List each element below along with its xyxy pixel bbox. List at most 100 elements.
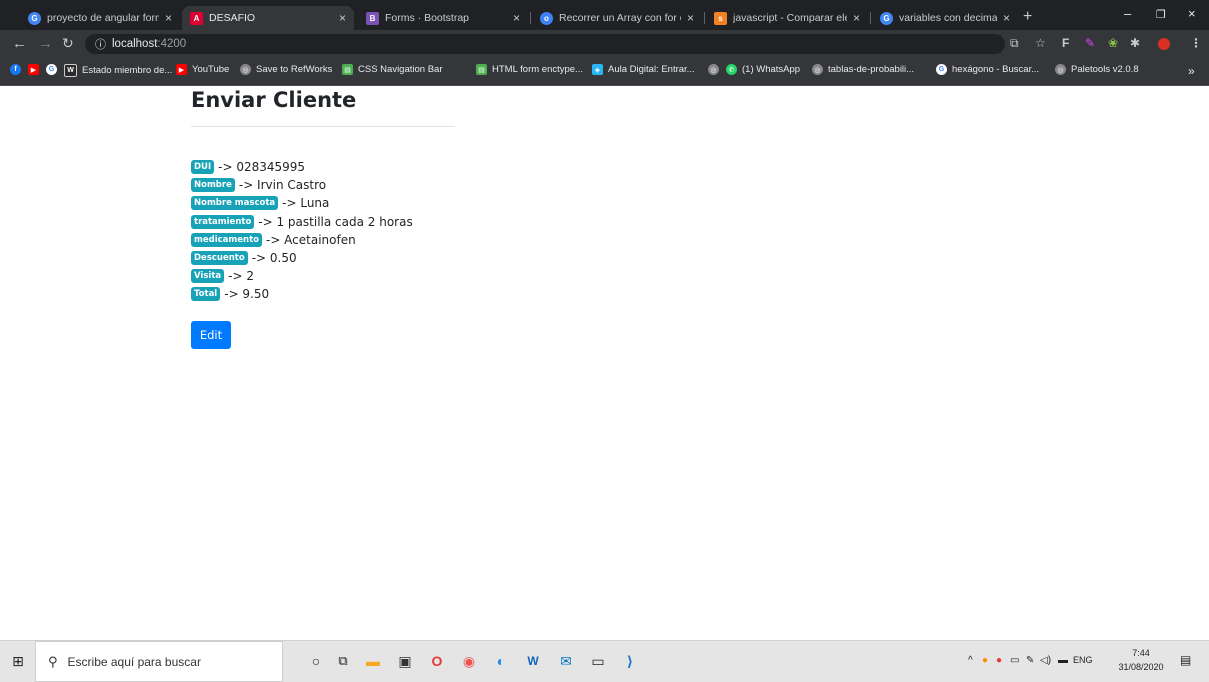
network-icon[interactable]: ▬ [1058, 655, 1068, 666]
search-placeholder: Escribe aquí para buscar [67, 654, 201, 669]
chrome-icon[interactable]: ◉ [458, 651, 480, 671]
word-icon[interactable]: W [522, 651, 544, 671]
tab-0[interactable]: G proyecto de angular formulario × [20, 6, 180, 30]
bookmark-item[interactable]: ◎ Save to RefWorks [240, 64, 332, 75]
whatsapp-icon: ✆ [726, 64, 737, 75]
tray-opera-icon[interactable]: ● [996, 655, 1002, 666]
detail-row-visita: Visita -> 2 [191, 267, 413, 285]
tab-2[interactable]: B Forms · Bootstrap × [358, 6, 528, 30]
notification-icon[interactable]: ▤ [1180, 653, 1191, 667]
extensions-puzzle-icon[interactable]: ✱ [1130, 36, 1140, 50]
tab-title: proyecto de angular formulario [47, 12, 159, 24]
facebook-icon: f [10, 64, 21, 75]
badge-label: Total [191, 287, 221, 302]
extension-bug-icon[interactable]: ❀ [1108, 36, 1118, 50]
bookmark-label: Aula Digital: Entrar... [608, 64, 695, 75]
google-icon: G [28, 11, 41, 25]
file-explorer-icon[interactable]: ▬ [362, 651, 384, 671]
bookmark-label: HTML form enctype... [492, 64, 583, 75]
reload-icon[interactable]: ↻ [62, 35, 74, 52]
detail-row-nombre: Nombre -> Irvin Castro [191, 176, 413, 194]
bookmark-item[interactable]: ◎ [708, 64, 724, 75]
bookmark-facebook[interactable]: f [10, 64, 26, 75]
bookmark-label: CSS Navigation Bar [358, 64, 443, 75]
address-bar[interactable]: ⓘ localhost :4200 [85, 34, 1005, 54]
bookmark-item[interactable]: ▤ CSS Navigation Bar [342, 64, 442, 75]
close-tab-icon[interactable]: × [1003, 11, 1010, 25]
pen-icon[interactable]: ✎ [1026, 655, 1034, 666]
new-tab-icon[interactable]: + [1023, 8, 1032, 26]
detail-value: -> 0.50 [251, 251, 297, 266]
info-icon[interactable]: ⓘ [95, 36, 106, 52]
bookmark-item[interactable]: ◈ Aula Digital: Entrar... [592, 64, 695, 75]
close-tab-icon[interactable]: × [853, 11, 860, 25]
tray-display-icon[interactable]: ▭ [1010, 655, 1019, 666]
close-tab-icon[interactable]: × [165, 11, 172, 25]
bookmark-label: Save to RefWorks [256, 64, 333, 75]
detail-row-nombre-mascota: Nombre mascota -> Luna [191, 194, 413, 212]
tray-app-icon[interactable]: ● [982, 655, 988, 666]
back-icon[interactable]: ← [12, 35, 27, 52]
volume-icon[interactable]: ◁) [1040, 655, 1051, 666]
bookmark-item[interactable]: ✆ (1) WhatsApp [726, 64, 800, 75]
bookmark-item[interactable]: ▶ YouTube [176, 64, 229, 75]
mail-icon[interactable]: ✉ [555, 651, 577, 671]
close-tab-icon[interactable]: × [687, 11, 694, 25]
title-divider [191, 126, 455, 127]
detail-row-medicamento: medicamento -> Acetainofen [191, 231, 413, 249]
bookmark-item[interactable]: Ghexágono - Buscar... [936, 64, 1039, 75]
tab-title: variables con decimales en c++ [899, 12, 997, 24]
bookmark-item[interactable]: ▤ HTML form enctype... [476, 64, 583, 75]
star-icon[interactable]: ☆ [1035, 36, 1046, 50]
forward-icon[interactable]: → [38, 35, 53, 52]
detail-row-dui: DUI -> 028345995 [191, 158, 413, 176]
language-indicator[interactable]: ENG [1073, 655, 1093, 665]
bookmark-google[interactable]: G [46, 64, 62, 75]
close-window-icon[interactable]: × [1188, 6, 1196, 21]
more-bookmarks-icon[interactable]: » [1188, 64, 1195, 78]
codepen-icon: ▤ [476, 64, 487, 75]
detail-value: -> Luna [282, 196, 330, 211]
translate-icon[interactable]: ⧉ [1010, 36, 1019, 51]
windows-start-icon[interactable]: ⊞ [7, 651, 29, 671]
close-tab-icon[interactable]: × [339, 11, 346, 25]
extension-pen-icon[interactable]: ✎ [1085, 36, 1095, 50]
extension-f-icon[interactable]: F [1062, 36, 1069, 50]
taskbar-search-input[interactable]: ⚲ Escribe aquí para buscar [35, 641, 283, 682]
site-icon: o [540, 11, 553, 25]
tab-title: Forms · Bootstrap [385, 12, 470, 24]
profile-avatar-icon[interactable] [1158, 38, 1170, 50]
cortana-icon[interactable]: ○ [305, 651, 327, 671]
restore-icon[interactable]: ❐ [1156, 8, 1166, 21]
badge-label: Nombre mascota [191, 196, 279, 211]
tab-title: javascript - Comparar elemento [733, 12, 847, 24]
close-tab-icon[interactable]: × [513, 11, 520, 25]
opera-icon[interactable]: O [426, 651, 448, 671]
detail-value: -> 1 pastilla cada 2 horas [258, 214, 413, 229]
badge-label: Visita [191, 269, 225, 284]
badge-label: tratamiento [191, 214, 255, 229]
globe-icon: ◎ [708, 64, 719, 75]
detail-row-descuento: Descuento -> 0.50 [191, 249, 413, 267]
clock[interactable]: 7:44 31/08/2020 [1118, 646, 1164, 674]
task-view-icon[interactable]: ⧉ [332, 651, 354, 671]
bookmark-item[interactable]: ◎ tablas-de-probabili... [812, 64, 914, 75]
terminal-icon[interactable]: ▭ [587, 651, 609, 671]
codepen-icon: ▤ [342, 64, 353, 75]
bookmark-item[interactable]: W Estado miembro de... [64, 64, 172, 77]
bootstrap-icon: B [366, 11, 379, 25]
bookmark-item[interactable]: ◎ Paletools v2.0.8 [1055, 64, 1139, 75]
vscode-icon[interactable]: ⟩ [619, 651, 641, 671]
minimize-icon[interactable]: – [1124, 6, 1131, 21]
tab-3[interactable]: o Recorrer un Array con for of en × [532, 6, 702, 30]
tray-chevron-icon[interactable]: ^ [968, 655, 973, 666]
store-icon[interactable]: ▣ [394, 651, 416, 671]
tab-5[interactable]: G variables con decimales en c++ × [872, 6, 1018, 30]
menu-icon[interactable]: ⋮ [1190, 36, 1202, 50]
tab-4[interactable]: s javascript - Comparar elemento × [706, 6, 868, 30]
edit-button[interactable]: Edit [191, 321, 231, 349]
edge-icon[interactable]: ◐ [490, 651, 512, 671]
tab-1[interactable]: A DESAFIO × [182, 6, 354, 30]
bookmark-youtube-icon-only[interactable]: ▶ [28, 64, 44, 75]
url-host: localhost [112, 38, 158, 50]
